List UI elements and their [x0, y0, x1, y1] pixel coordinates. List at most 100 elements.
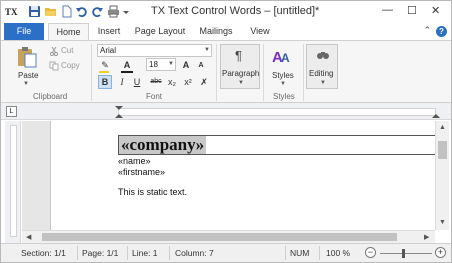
zoom-slider-thumb[interactable] — [402, 249, 405, 258]
static-text[interactable]: This is static text. — [118, 187, 187, 197]
cut-button[interactable]: Cut — [61, 46, 73, 55]
font-group-label: Font — [146, 92, 163, 101]
grow-font-button[interactable]: A — [179, 58, 193, 72]
chevron-down-icon: ▼ — [280, 81, 286, 87]
copy-icon[interactable] — [49, 61, 59, 71]
font-family-value: Arial — [100, 46, 117, 55]
scroll-up-icon[interactable]: ▲ — [439, 124, 446, 131]
editing-label: Editing — [309, 69, 334, 78]
right-indent-marker-icon[interactable] — [431, 106, 441, 118]
scroll-right-icon[interactable]: ▶ — [424, 233, 429, 241]
maximize-button[interactable]: ☐ — [407, 4, 417, 17]
app-logo-icon[interactable]: TX — [5, 5, 18, 18]
font-size-value: 18 — [149, 60, 158, 69]
horizontal-ruler: L — [1, 103, 451, 120]
superscript-button[interactable]: x² — [181, 75, 195, 89]
zoom-slider[interactable] — [380, 253, 432, 254]
status-divider — [319, 246, 320, 260]
status-divider — [169, 246, 170, 260]
zoom-level[interactable]: 100 % — [326, 248, 350, 258]
status-divider — [285, 246, 286, 260]
title-bar: TX TX Text Control Words – [untitled]* —… — [1, 1, 451, 23]
app-window: TX TX Text Control Words – [untitled]* —… — [0, 0, 452, 263]
minimize-button[interactable]: — — [382, 4, 393, 16]
status-divider — [127, 246, 128, 260]
line-indicator: Line: 1 — [132, 248, 158, 258]
group-divider — [263, 44, 264, 101]
font-size-select[interactable]: 18 ▼ — [146, 58, 176, 71]
firstname-merge-field[interactable]: «firstname» — [118, 167, 165, 177]
highlight-color-bar — [99, 71, 109, 73]
pilcrow-icon: ¶ — [235, 48, 242, 63]
open-folder-icon[interactable] — [44, 5, 57, 18]
tab-mailings[interactable]: Mailings — [195, 23, 237, 40]
bold-button[interactable]: B — [98, 75, 112, 89]
tab-view[interactable]: View — [245, 23, 275, 40]
binoculars-icon — [317, 52, 329, 59]
ribbon-tabs: File Home Insert Page Layout Mailings Vi… — [1, 23, 451, 40]
status-bar: Section: 1/1 Page: 1/1 Line: 1 Column: 7… — [1, 243, 451, 262]
num-lock-indicator: NUM — [290, 248, 310, 258]
print-icon[interactable] — [107, 5, 120, 18]
vertical-ruler-track[interactable] — [10, 125, 17, 237]
vertical-scrollbar[interactable]: ▲ ▼ — [435, 121, 449, 230]
help-icon[interactable]: ? — [436, 26, 447, 37]
highlight-icon[interactable]: ✎ — [98, 58, 112, 72]
zoom-in-button[interactable]: + — [435, 247, 446, 258]
scroll-down-icon[interactable]: ▼ — [439, 219, 446, 226]
font-color-bar — [121, 71, 133, 73]
tab-page-layout[interactable]: Page Layout — [133, 23, 187, 40]
status-divider — [77, 246, 78, 260]
italic-button[interactable]: I — [115, 75, 129, 89]
font-family-select[interactable]: Arial ▼ — [97, 44, 212, 57]
qat-dropdown-icon[interactable] — [122, 5, 130, 18]
paste-dropdown-icon[interactable]: ▼ — [23, 81, 29, 87]
paragraph-button[interactable]: ¶ Paragraph ▼ — [220, 44, 260, 89]
copy-button[interactable]: Copy — [61, 61, 80, 70]
horizontal-scroll-thumb[interactable] — [42, 233, 397, 241]
company-field-frame[interactable]: «company» — [118, 135, 436, 155]
paste-button[interactable]: Paste — [18, 71, 38, 80]
svg-text:TX: TX — [5, 7, 18, 17]
tab-insert[interactable]: Insert — [91, 23, 127, 40]
subscript-button[interactable]: x₂ — [165, 75, 179, 89]
group-divider — [303, 44, 304, 101]
styles-icon[interactable]: A A — [272, 47, 294, 64]
clear-format-icon[interactable]: ✗ — [197, 75, 211, 89]
paragraph-label: Paragraph — [222, 69, 260, 78]
page-indicator: Page: 1/1 — [82, 248, 119, 258]
horizontal-scrollbar[interactable]: ◀ ▶ — [22, 230, 435, 243]
chevron-down-icon: ▼ — [238, 80, 244, 86]
tab-home[interactable]: Home — [48, 23, 89, 40]
cut-icon[interactable] — [49, 46, 59, 56]
vertical-ruler — [5, 121, 21, 243]
tab-stop-selector[interactable]: L — [6, 106, 17, 117]
svg-text:A: A — [281, 51, 290, 64]
close-button[interactable]: ✕ — [431, 4, 440, 17]
name-merge-field[interactable]: «name» — [118, 156, 151, 166]
strikethrough-button[interactable]: abc — [147, 75, 165, 89]
underline-button[interactable]: U — [130, 75, 144, 89]
ribbon: Paste ▼ Cut Copy Clipboard Arial ▼ ✎ A 1… — [1, 40, 451, 103]
ruler-track[interactable] — [118, 108, 436, 116]
chevron-down-icon: ▼ — [204, 47, 210, 53]
editing-button[interactable]: Editing ▼ — [306, 44, 338, 89]
paste-icon[interactable] — [16, 46, 38, 68]
vertical-scroll-thumb[interactable] — [438, 141, 447, 159]
styles-group-label: Styles — [273, 92, 295, 101]
undo-icon[interactable] — [75, 5, 88, 18]
section-indicator: Section: 1/1 — [21, 248, 66, 258]
save-icon[interactable] — [28, 5, 41, 18]
group-divider — [91, 44, 92, 101]
scroll-left-icon[interactable]: ◀ — [26, 233, 31, 241]
indent-marker-icon[interactable] — [114, 106, 124, 118]
new-document-icon[interactable] — [60, 5, 73, 18]
font-color-button[interactable]: A — [120, 58, 134, 72]
zoom-out-button[interactable]: − — [365, 247, 376, 258]
shrink-font-button[interactable]: A — [194, 59, 208, 73]
tab-file[interactable]: File — [4, 23, 44, 40]
collapse-ribbon-icon[interactable]: ⌃ — [423, 25, 431, 36]
company-merge-field[interactable]: «company» — [119, 136, 207, 154]
styles-button[interactable]: Styles — [272, 71, 294, 80]
redo-icon[interactable] — [91, 5, 104, 18]
